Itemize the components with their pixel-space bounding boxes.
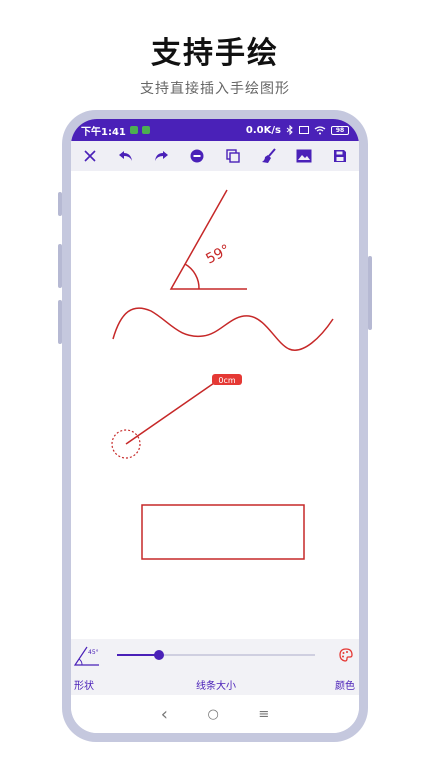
screen: 下午1:41 0.0K/s 98 59° 0cm 45° 形状 线条大小 颜色 …	[71, 119, 359, 733]
nav-back-button[interactable]: ‹	[161, 704, 168, 725]
phone-side-button-left-1	[58, 192, 62, 216]
promo-title: 支持手绘	[151, 36, 279, 71]
angle-shape-icon: 45°	[73, 646, 99, 666]
line-size-label: 线条大小	[196, 681, 236, 692]
copy-icon	[226, 149, 240, 163]
shape-button[interactable]: 45° 形状	[71, 639, 105, 695]
remove-icon	[190, 149, 204, 163]
freehand-stroke[interactable]	[112, 307, 334, 351]
close-icon	[84, 150, 96, 162]
undo-button[interactable]	[113, 143, 139, 169]
bottom-panel: 45° 形状 线条大小 颜色	[71, 639, 359, 695]
status-time: 下午1:41	[81, 126, 126, 138]
image-button[interactable]	[291, 143, 317, 169]
line-size-slider-thumb[interactable]	[153, 650, 164, 660]
redo-icon	[155, 151, 169, 161]
save-button[interactable]	[327, 143, 353, 169]
remove-button[interactable]	[184, 143, 210, 169]
brush-icon	[261, 148, 276, 163]
copy-button[interactable]	[220, 143, 246, 169]
battery-icon: 98	[331, 125, 349, 135]
phone-frame: 下午1:41 0.0K/s 98 59° 0cm 45° 形状 线条大小 颜色 …	[58, 110, 372, 742]
sim-icon	[299, 126, 309, 134]
drawing-layer[interactable]: 59° 0cm	[71, 171, 359, 649]
line-size-slider[interactable]	[117, 650, 315, 660]
color-label: 颜色	[335, 681, 355, 692]
close-button[interactable]	[77, 143, 103, 169]
nav-menu-button[interactable]: ≡	[258, 707, 269, 722]
notification-icon	[129, 126, 138, 134]
palette-icon	[339, 648, 353, 662]
measure-badge: 0cm	[218, 376, 235, 385]
redo-button[interactable]	[148, 143, 174, 169]
promo-subtitle: 支持直接插入手绘图形	[140, 81, 290, 97]
line-size-slider-fill	[117, 654, 159, 656]
brush-button[interactable]	[256, 143, 282, 169]
image-icon	[296, 149, 312, 163]
rectangle-shape[interactable]	[141, 504, 305, 560]
wifi-icon	[314, 125, 326, 134]
status-bar: 下午1:41 0.0K/s 98	[71, 119, 359, 141]
phone-side-button-right	[368, 256, 372, 330]
angle-shape[interactable]: 59°	[169, 189, 247, 290]
status-indicators: 0.0K/s 98	[246, 125, 349, 136]
nav-home-button[interactable]: ○	[207, 707, 218, 722]
toolbar	[71, 141, 359, 171]
shape-label: 形状	[74, 681, 94, 692]
undo-icon	[118, 151, 132, 161]
notification-icon	[141, 126, 150, 134]
measure-tool[interactable]: 0cm	[111, 374, 242, 459]
network-speed: 0.0K/s	[245, 124, 281, 136]
bluetooth-icon	[286, 125, 293, 135]
phone-side-button-left-2	[58, 244, 62, 288]
color-button[interactable]: 颜色	[333, 639, 359, 695]
drawing-canvas[interactable]: 59° 0cm	[71, 171, 359, 649]
save-icon	[333, 150, 346, 162]
shape-icon-text: 45°	[88, 649, 99, 656]
angle-label: 59°	[203, 242, 232, 268]
nav-bar: ‹ ○ ≡	[71, 695, 359, 733]
phone-side-button-left-3	[58, 300, 62, 344]
